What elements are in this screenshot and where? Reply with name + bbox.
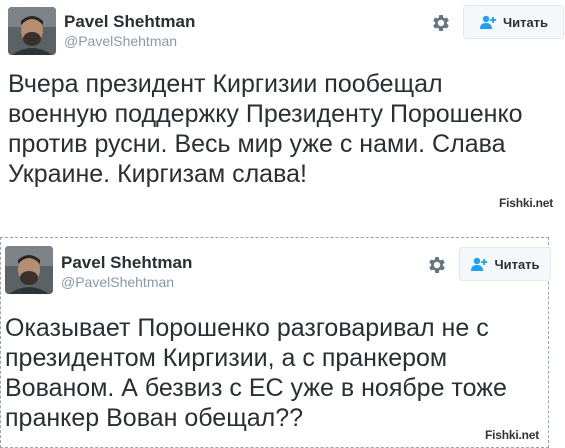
follow-label: Читать	[494, 256, 540, 272]
tweet-text-line: Оказывает Порошенко разговаривал не с	[5, 314, 489, 342]
avatar[interactable]	[8, 7, 56, 55]
author-name[interactable]: Pavel Shehtman	[64, 12, 195, 32]
add-user-icon	[470, 257, 488, 271]
follow-label: Читать	[502, 14, 549, 30]
tweet-text-line: пранкер Вован обещал??	[5, 404, 304, 432]
tweet-text-line: президентом Киргизии, а с пранкером	[5, 344, 448, 372]
watermark: Fishki.net	[499, 196, 554, 210]
follow-button[interactable]: Читать	[463, 5, 564, 39]
watermark: Fishki.net	[485, 428, 540, 442]
author-name[interactable]: Pavel Shehtman	[61, 253, 192, 273]
tweet-text-line: Украине. Киргизам слава!	[8, 160, 307, 188]
author-handle[interactable]: @PavelShehtman	[61, 274, 174, 290]
tweet-text-line: военную поддержку Президенту Порошенко	[8, 100, 523, 128]
tweet-card: Pavel Shehtman @PavelShehtman Читать Вче…	[0, 0, 565, 214]
gear-icon[interactable]	[430, 12, 452, 34]
follow-button[interactable]: Читать	[459, 247, 551, 281]
add-user-icon	[479, 15, 497, 29]
tweet-text-line: Вованом. А безвиз с ЕС уже в ноябре тоже	[5, 374, 507, 402]
tweet-text-line: Вчера президент Киргизии пообещал	[8, 70, 443, 98]
tweet-text-line: против русни. Весь мир уже с нами. Слава	[8, 130, 506, 158]
gear-icon[interactable]	[426, 254, 448, 276]
author-handle[interactable]: @PavelShehtman	[64, 33, 177, 49]
avatar[interactable]	[5, 246, 53, 294]
tweet-card: Pavel Shehtman @PavelShehtman Читать Ока…	[0, 237, 551, 448]
